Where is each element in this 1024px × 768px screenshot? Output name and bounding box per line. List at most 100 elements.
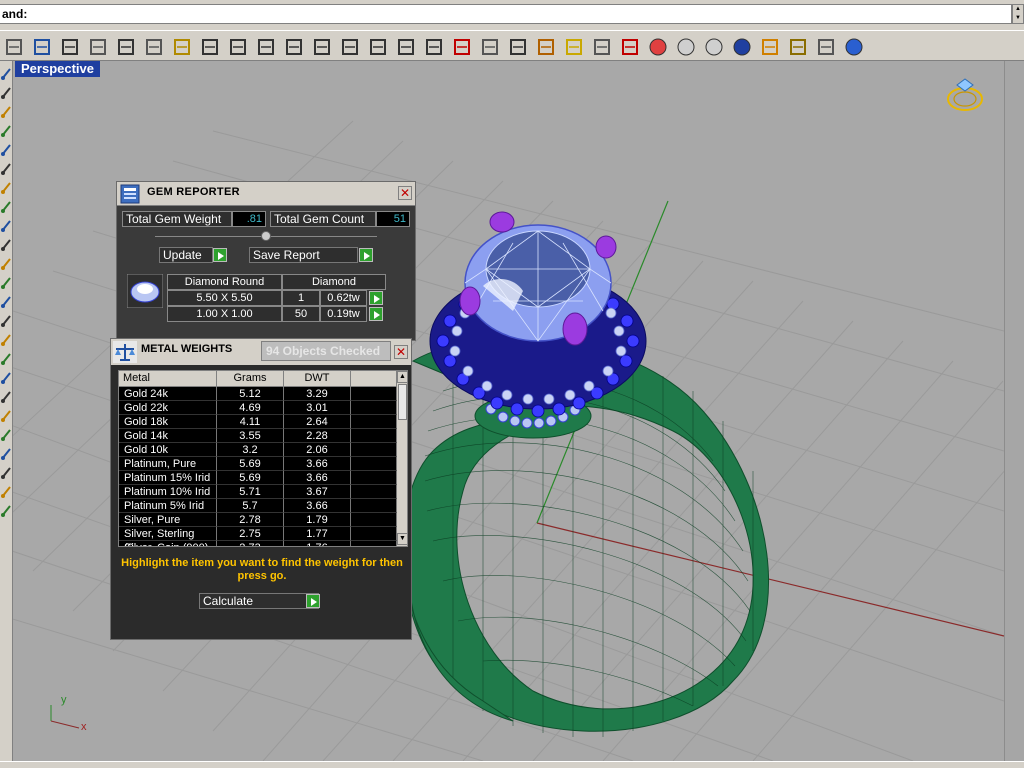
pencil-icon[interactable] xyxy=(756,34,784,60)
left-tool-icon[interactable] xyxy=(0,274,12,292)
save-report-go-button[interactable] xyxy=(359,248,373,262)
light-icon[interactable] xyxy=(560,34,588,60)
select-points-icon[interactable] xyxy=(532,34,560,60)
left-tool-icon[interactable] xyxy=(0,293,12,311)
settings-icon[interactable] xyxy=(784,34,812,60)
scroll-down-icon[interactable]: ▼ xyxy=(397,533,407,545)
left-tool-icon[interactable] xyxy=(0,407,12,425)
dwt-column-header[interactable]: DWT xyxy=(284,371,351,387)
metal-metal-cell: Platinum 15% Irid xyxy=(119,471,217,485)
grams-column-header[interactable]: Grams xyxy=(217,371,284,387)
cut-icon[interactable] xyxy=(112,34,140,60)
left-tool-icon[interactable] xyxy=(0,426,12,444)
gem-row-count[interactable]: 50 xyxy=(282,306,320,322)
metal-weight-row[interactable]: Gold 10k 3.2 2.06 xyxy=(119,443,397,457)
left-tool-icon[interactable] xyxy=(0,483,12,501)
pan-icon[interactable] xyxy=(224,34,252,60)
gem-reporter-panel: GEM REPORTER ✕ Total Gem Weight .81 Tota… xyxy=(116,181,416,341)
left-tool-icon[interactable] xyxy=(0,141,12,159)
metal-weight-row[interactable]: Silver, Coin (900)2.731.76 xyxy=(119,541,397,546)
gem-row-weight[interactable]: 0.62tw xyxy=(320,290,367,306)
lock-icon[interactable] xyxy=(588,34,616,60)
metal-weight-row[interactable]: Gold 22k 4.69 3.01 xyxy=(119,401,397,415)
car-icon[interactable] xyxy=(448,34,476,60)
save-icon[interactable] xyxy=(28,34,56,60)
tree-icon[interactable] xyxy=(812,34,840,60)
metal-weight-row[interactable]: Platinum, Pure 5.69 3.66 xyxy=(119,457,397,471)
metal-metal-cell: Gold 22k xyxy=(119,401,217,415)
print-icon[interactable] xyxy=(56,34,84,60)
metal-weight-row[interactable]: Platinum 15% Irid 5.69 3.66 xyxy=(119,471,397,485)
metal-weight-row[interactable]: Gold 14k 3.55 2.28 xyxy=(119,429,397,443)
left-tool-icon[interactable] xyxy=(0,84,12,102)
collapse-handle[interactable] xyxy=(261,231,271,241)
left-tool-icon[interactable] xyxy=(0,65,12,83)
undo-icon[interactable] xyxy=(196,34,224,60)
metal-weights-list[interactable]: Metal Grams DWT Gold 24k 5.12 3.29 Gold 22k… xyxy=(118,370,408,547)
gem-row-go-button[interactable] xyxy=(369,291,383,305)
update-go-button[interactable] xyxy=(213,248,227,262)
metal-weight-row[interactable]: Gold 24k 5.12 3.29 xyxy=(119,387,397,401)
gem-row-size[interactable]: 5.50 X 5.50 xyxy=(167,290,282,306)
metal-weight-row[interactable]: Platinum 5% Irid 5.7 3.66 xyxy=(119,499,397,513)
zoom-selected-icon[interactable] xyxy=(364,34,392,60)
left-tool-icon[interactable] xyxy=(0,217,12,235)
calculate-go-button[interactable] xyxy=(306,594,320,608)
left-tool-icon[interactable] xyxy=(0,312,12,330)
copy-icon[interactable] xyxy=(140,34,168,60)
left-tool-icon[interactable] xyxy=(0,388,12,406)
new-file-icon[interactable] xyxy=(0,34,28,60)
layer-icon[interactable] xyxy=(616,34,644,60)
left-tool-icon[interactable] xyxy=(0,350,12,368)
color-wheel-icon[interactable] xyxy=(644,34,672,60)
zoom-window-icon[interactable] xyxy=(308,34,336,60)
metal-weights-titlebar[interactable]: METAL WEIGHTS 94 Objects Checked ✕ xyxy=(111,339,411,365)
gem-row-weight[interactable]: 0.19tw xyxy=(320,306,367,322)
scroll-thumb[interactable] xyxy=(398,384,407,420)
left-tool-icon[interactable] xyxy=(0,464,12,482)
command-input[interactable]: and: xyxy=(0,4,1012,24)
metal-list-scrollbar[interactable]: ▲ ▼ xyxy=(397,371,407,546)
left-tool-icon[interactable] xyxy=(0,331,12,349)
left-tool-icon[interactable] xyxy=(0,236,12,254)
metal-weight-row[interactable]: Platinum 10% Irid 5.71 3.67 xyxy=(119,485,397,499)
metal-column-header[interactable]: Metal xyxy=(119,371,217,387)
four-views-icon[interactable] xyxy=(420,34,448,60)
left-tool-icon[interactable] xyxy=(0,255,12,273)
scroll-up-icon[interactable]: ▲ xyxy=(397,371,407,383)
left-tool-icon[interactable] xyxy=(0,179,12,197)
viewport-label[interactable]: Perspective xyxy=(15,61,100,77)
left-tool-icon[interactable] xyxy=(0,122,12,140)
left-tool-icon[interactable] xyxy=(0,198,12,216)
rotate-icon[interactable] xyxy=(392,34,420,60)
close-icon[interactable]: ✕ xyxy=(398,186,412,200)
metal-weight-row[interactable]: Silver, Pure 2.78 1.79 xyxy=(119,513,397,527)
rotate-view-icon[interactable] xyxy=(252,34,280,60)
snap-icon[interactable] xyxy=(504,34,532,60)
help-icon[interactable] xyxy=(840,34,868,60)
wireframe-sphere-icon[interactable] xyxy=(700,34,728,60)
gem-row-go-button[interactable] xyxy=(369,307,383,321)
paste-icon[interactable] xyxy=(168,34,196,60)
save-report-button[interactable]: Save Report xyxy=(249,247,358,263)
grid-icon[interactable] xyxy=(476,34,504,60)
zoom-extents-icon[interactable] xyxy=(336,34,364,60)
left-tool-icon[interactable] xyxy=(0,502,12,520)
gem-reporter-titlebar[interactable]: GEM REPORTER ✕ xyxy=(117,182,415,206)
import-icon[interactable] xyxy=(84,34,112,60)
metal-weight-row[interactable]: Silver, Sterling (9...2.751.77 xyxy=(119,527,397,546)
left-tool-icon[interactable] xyxy=(0,103,12,121)
update-button[interactable]: Update xyxy=(159,247,213,263)
calculate-button[interactable]: Calculate xyxy=(199,593,319,609)
gem-row-count[interactable]: 1 xyxy=(282,290,320,306)
left-tool-icon[interactable] xyxy=(0,160,12,178)
command-scroll[interactable]: ▲ ▼ xyxy=(1012,4,1024,24)
metal-weight-row[interactable]: Gold 18k 4.11 2.64 xyxy=(119,415,397,429)
close-icon[interactable]: ✕ xyxy=(394,345,408,359)
render-sphere-icon[interactable] xyxy=(728,34,756,60)
gem-row-size[interactable]: 1.00 X 1.00 xyxy=(167,306,282,322)
zoom-icon[interactable] xyxy=(280,34,308,60)
shade-icon[interactable] xyxy=(672,34,700,60)
left-tool-icon[interactable] xyxy=(0,369,12,387)
left-tool-icon[interactable] xyxy=(0,445,12,463)
